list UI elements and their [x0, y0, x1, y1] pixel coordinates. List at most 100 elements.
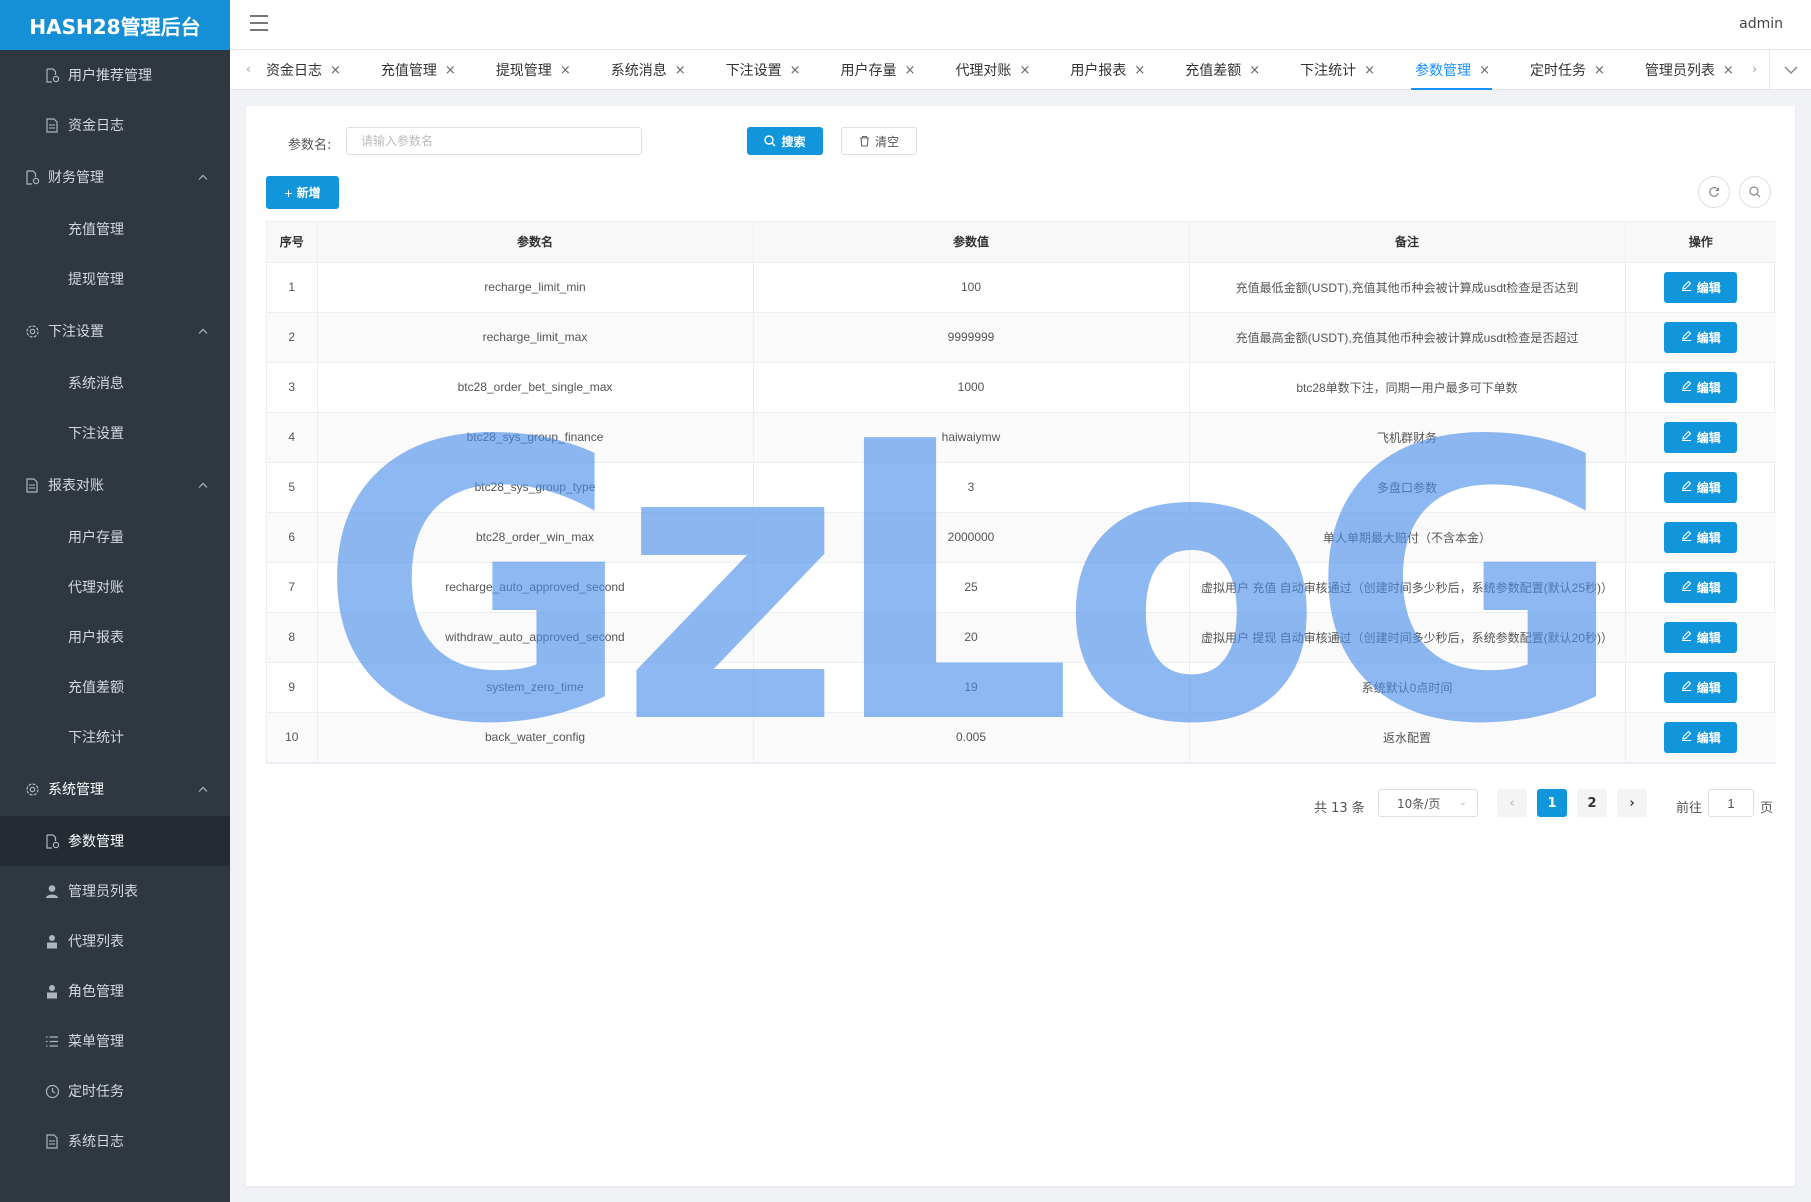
param-name: btc28_order_bet_single_max	[317, 362, 754, 413]
tab-1[interactable]: 资金日志 ×	[266, 50, 355, 90]
prev-page-button[interactable]: ‹	[1497, 789, 1527, 817]
page-size-select[interactable]: 10条/页 ⌄	[1378, 789, 1478, 817]
close-icon[interactable]: ×	[445, 63, 456, 78]
sidebar-item-13[interactable]: 充值差额	[0, 662, 230, 712]
sidebar-item-9[interactable]: 报表对账	[0, 458, 230, 512]
sidebar-item-5[interactable]: 提现管理	[0, 254, 230, 304]
edit-button[interactable]: 编辑	[1664, 571, 1738, 603]
sidebar-item-3[interactable]: 财务管理	[0, 150, 230, 204]
tab-12[interactable]: 定时任务 ×	[1530, 50, 1619, 90]
params-table: 序号 参数名 参数值 备注 操作 1 recharge_limit_min 100 充值最低金…	[266, 221, 1776, 764]
close-icon[interactable]: ×	[905, 63, 916, 78]
doc-gear-icon	[44, 833, 60, 849]
tabs-scroll-right-icon[interactable]: ›	[1752, 62, 1757, 76]
edit-button[interactable]: 编辑	[1664, 271, 1738, 303]
clear-button-label: 清空	[874, 134, 899, 149]
close-icon[interactable]: ×	[1134, 63, 1145, 78]
tab-9[interactable]: 充值差额 ×	[1185, 50, 1274, 90]
sidebar-item-15[interactable]: 系统管理	[0, 762, 230, 816]
edit-button[interactable]: 编辑	[1664, 621, 1738, 653]
sidebar-menu: 用户推荐管理 资金日志 财务管理 充值管理 提现管理 下注设置 系统消息 下注设置 报表对账 用户…	[0, 50, 230, 1166]
next-page-button[interactable]: ›	[1617, 789, 1647, 817]
row-index: 10	[267, 712, 318, 763]
clear-button[interactable]: 清空	[841, 127, 917, 155]
close-icon[interactable]: ×	[1594, 63, 1605, 78]
sidebar-item-21[interactable]: 定时任务	[0, 1066, 230, 1116]
page-button-2[interactable]: 2	[1577, 789, 1607, 817]
tab-13[interactable]: 管理员列表 ×	[1645, 50, 1748, 90]
sidebar-item-7[interactable]: 系统消息	[0, 358, 230, 408]
sidebar-item-8[interactable]: 下注设置	[0, 408, 230, 458]
edit-button[interactable]: 编辑	[1664, 471, 1738, 503]
sidebar-item-11[interactable]: 代理对账	[0, 562, 230, 612]
row-actions: 编辑	[1625, 662, 1776, 713]
sidebar-item-17[interactable]: 管理员列表	[0, 866, 230, 916]
edit-button-label: 编辑	[1696, 680, 1721, 695]
sidebar-item-10[interactable]: 用户存量	[0, 512, 230, 562]
close-icon[interactable]: ×	[330, 63, 341, 78]
tabs-dropdown-icon[interactable]	[1769, 50, 1811, 90]
sidebar-item-16[interactable]: 参数管理	[0, 816, 230, 866]
sidebar-item-1[interactable]: 用户推荐管理	[0, 50, 230, 100]
refresh-button[interactable]	[1698, 176, 1730, 208]
pagination: 共 13 条 10条/页 ⌄ ‹ 1 2 › 前往 页	[246, 789, 1795, 819]
tab-3[interactable]: 提现管理 ×	[496, 50, 585, 90]
row-index: 8	[267, 612, 318, 663]
tab-11[interactable]: 参数管理 ×	[1411, 50, 1504, 90]
row-index: 4	[267, 412, 318, 463]
close-icon[interactable]: ×	[790, 63, 801, 78]
sidebar-item-label: 提现管理	[68, 272, 124, 288]
close-icon[interactable]: ×	[675, 63, 686, 78]
refresh-icon	[1709, 187, 1720, 197]
param-value: 2000000	[753, 512, 1190, 563]
close-icon[interactable]: ×	[1019, 63, 1030, 78]
sidebar-item-19[interactable]: 角色管理	[0, 966, 230, 1016]
close-icon[interactable]: ×	[1723, 63, 1734, 78]
edit-button[interactable]: 编辑	[1664, 721, 1738, 753]
sidebar-item-4[interactable]: 充值管理	[0, 204, 230, 254]
edit-button-label: 编辑	[1696, 380, 1721, 395]
tab-6[interactable]: 用户存量 ×	[841, 50, 930, 90]
toggle-search-button[interactable]	[1739, 176, 1771, 208]
edit-icon	[1681, 280, 1692, 294]
close-icon[interactable]: ×	[1364, 63, 1375, 78]
tab-8[interactable]: 用户报表 ×	[1070, 50, 1159, 90]
hamburger-menu-icon[interactable]	[250, 15, 268, 33]
tab-2[interactable]: 充值管理 ×	[381, 50, 470, 90]
chevron-up-icon	[198, 783, 208, 796]
tab-label: 参数管理	[1415, 63, 1472, 79]
row-actions: 编辑	[1625, 362, 1776, 413]
close-icon[interactable]: ×	[560, 63, 571, 78]
clock-icon	[44, 1083, 60, 1099]
sidebar-item-2[interactable]: 资金日志	[0, 100, 230, 150]
sidebar-item-22[interactable]: 系统日志	[0, 1116, 230, 1166]
edit-button[interactable]: 编辑	[1664, 421, 1738, 453]
edit-button[interactable]: 编辑	[1664, 371, 1738, 403]
edit-button[interactable]: 编辑	[1664, 671, 1738, 703]
sidebar-item-6[interactable]: 下注设置	[0, 304, 230, 358]
tab-5[interactable]: 下注设置 ×	[726, 50, 815, 90]
search-button[interactable]: 搜索	[747, 127, 823, 155]
edit-button[interactable]: 编辑	[1664, 321, 1738, 353]
tab-10[interactable]: 下注统计 ×	[1300, 50, 1389, 90]
param-remark: 虚拟用户 充值 自动审核通过（创建时间多少秒后，系统参数配置(默认25秒)）	[1189, 562, 1626, 613]
close-icon[interactable]: ×	[1479, 63, 1490, 78]
tab-7[interactable]: 代理对账 ×	[955, 50, 1044, 90]
param-name-input[interactable]	[346, 127, 642, 155]
page-button-1[interactable]: 1	[1537, 789, 1567, 817]
tab-label: 定时任务	[1529, 63, 1586, 79]
column-header: 参数名	[317, 222, 754, 263]
goto-page-input[interactable]	[1708, 789, 1754, 817]
edit-button[interactable]: 编辑	[1664, 521, 1738, 553]
close-icon[interactable]: ×	[1249, 63, 1260, 78]
sidebar-item-18[interactable]: 代理列表	[0, 916, 230, 966]
user-menu[interactable]: admin	[1739, 16, 1783, 32]
param-name: btc28_order_win_max	[317, 512, 754, 563]
sidebar-item-14[interactable]: 下注统计	[0, 712, 230, 762]
tabs-scroll-left-icon[interactable]: ‹	[246, 62, 251, 76]
sidebar-item-12[interactable]: 用户报表	[0, 612, 230, 662]
add-button[interactable]: + 新增	[266, 176, 339, 209]
sidebar-item-20[interactable]: 菜单管理	[0, 1016, 230, 1066]
edit-icon	[1681, 380, 1692, 394]
tab-4[interactable]: 系统消息 ×	[611, 50, 700, 90]
